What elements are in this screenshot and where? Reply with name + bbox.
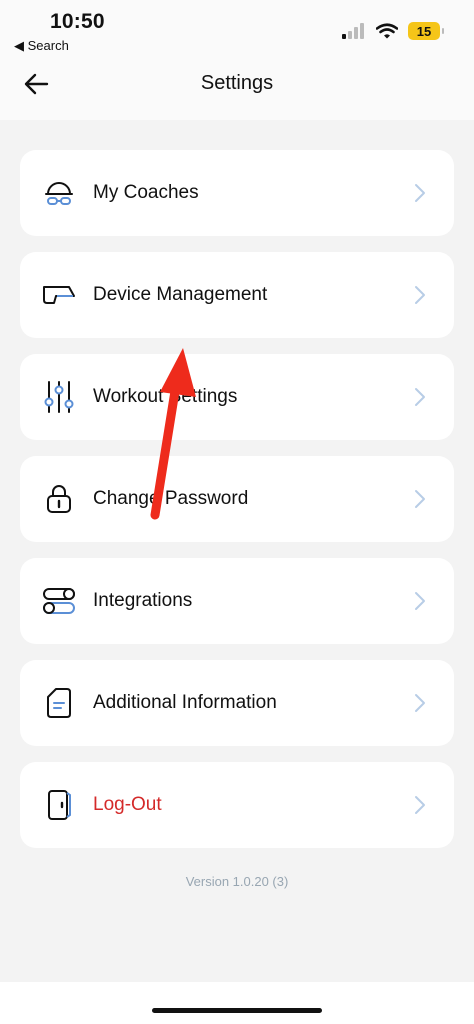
menu-item-my-coaches[interactable]: My Coaches xyxy=(20,150,454,236)
battery-icon: 15 xyxy=(408,22,444,40)
menu-item-label: Log-Out xyxy=(93,794,162,815)
lock-icon xyxy=(41,481,77,517)
menu-item-label: Change Password xyxy=(93,488,249,509)
chevron-right-icon xyxy=(415,286,425,304)
menu-item-log-out[interactable]: Log-Out xyxy=(20,762,454,848)
menu-item-workout-settings[interactable]: Workout Settings xyxy=(20,354,454,440)
top-bar: 10:50 ◀ Search 15 Settings xyxy=(0,0,474,120)
menu-item-device-management[interactable]: Device Management xyxy=(20,252,454,338)
version-text: Version 1.0.20 (3) xyxy=(185,874,289,889)
menu-item-label: Device Management xyxy=(93,284,268,305)
bottom-bar xyxy=(0,982,474,1024)
battery-level: 15 xyxy=(416,23,432,39)
signal-icon xyxy=(342,23,364,39)
menu-item-integrations[interactable]: Integrations xyxy=(20,558,454,644)
chevron-right-icon xyxy=(415,490,425,508)
status-indicators: 15 xyxy=(342,22,444,40)
document-icon xyxy=(41,685,77,721)
device-icon xyxy=(41,277,77,313)
home-indicator[interactable] xyxy=(152,1008,322,1013)
toggles-icon xyxy=(41,583,77,619)
coach-icon xyxy=(41,175,77,211)
page-title: Settings xyxy=(200,72,274,94)
menu-item-additional-information[interactable]: Additional Information xyxy=(20,660,454,746)
chevron-right-icon xyxy=(415,592,425,610)
menu-item-label: My Coaches xyxy=(93,182,199,203)
menu-item-label: Workout Settings xyxy=(93,386,238,407)
status-time: 10:50 xyxy=(50,10,105,33)
status-back-link[interactable]: ◀ Search xyxy=(14,38,69,54)
chevron-right-icon xyxy=(415,388,425,406)
door-icon xyxy=(41,787,77,823)
menu-item-label: Integrations xyxy=(93,590,193,611)
chevron-right-icon xyxy=(415,184,425,202)
chevron-right-icon xyxy=(415,694,425,712)
settings-list: My Coaches Device Management Workout Set… xyxy=(20,150,454,864)
wifi-icon xyxy=(376,23,398,39)
menu-item-label: Additional Information xyxy=(93,692,277,713)
menu-item-change-password[interactable]: Change Password xyxy=(20,456,454,542)
chevron-right-icon xyxy=(415,796,425,814)
sliders-icon xyxy=(41,379,77,415)
